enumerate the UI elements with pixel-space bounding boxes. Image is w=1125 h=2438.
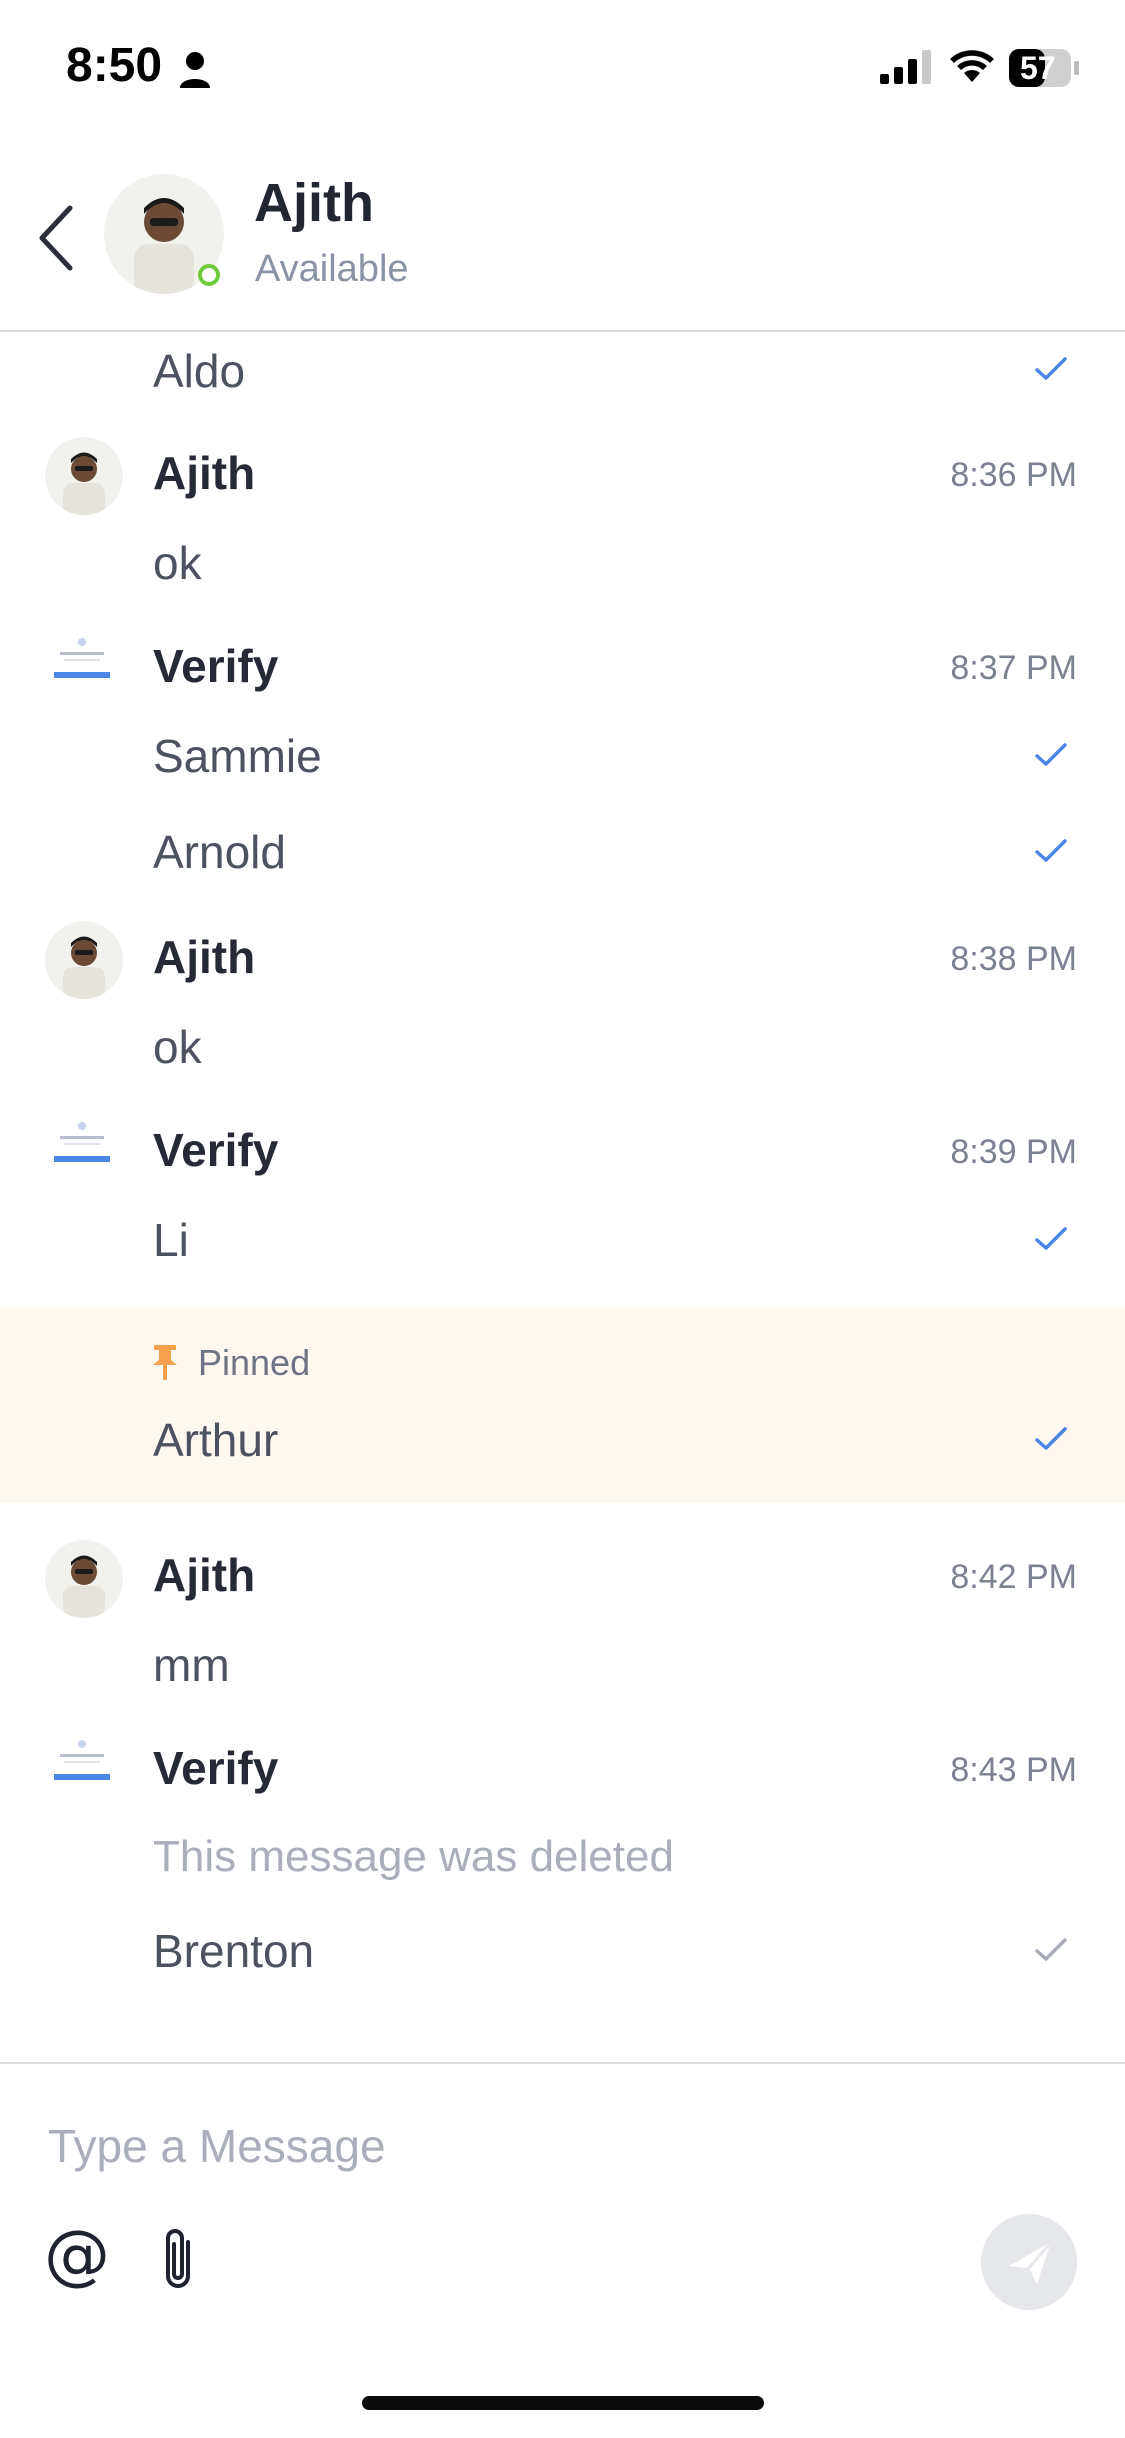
- sender-name: Ajith: [153, 447, 256, 499]
- message-time: 8:38 PM: [950, 940, 1077, 978]
- send-paper-plane-icon: [1009, 2241, 1053, 2284]
- verify-thumbnail-icon[interactable]: [50, 1734, 114, 1796]
- status-bar: 8:50 57: [0, 0, 1125, 140]
- message-text[interactable]: Brenton: [153, 1924, 314, 1978]
- read-check-icon: [1035, 1227, 1067, 1250]
- pinned-label: Pinned: [198, 1342, 311, 1383]
- message-text[interactable]: Li: [153, 1213, 189, 1267]
- battery-level: 57: [1020, 50, 1056, 86]
- sender-name: Ajith: [153, 931, 256, 983]
- pinned-message-highlight[interactable]: [0, 1307, 1125, 1503]
- sender-avatar[interactable]: [45, 1540, 123, 1618]
- message-text[interactable]: Aldo: [153, 344, 245, 398]
- read-check-icon: [1035, 1427, 1067, 1450]
- message-text[interactable]: ok: [153, 1020, 202, 1074]
- message-text[interactable]: ok: [153, 536, 202, 590]
- chat-header: Ajith Available: [0, 140, 1125, 332]
- sender-avatar[interactable]: [45, 921, 123, 999]
- online-status-dot: [198, 264, 220, 286]
- contact-name[interactable]: Ajith: [254, 172, 374, 234]
- mention-button[interactable]: @: [44, 2216, 110, 2293]
- back-chevron-icon[interactable]: [30, 198, 90, 278]
- contact-availability: Available: [255, 248, 409, 290]
- sender-name: Ajith: [153, 1549, 256, 1601]
- message-time: 8:43 PM: [950, 1751, 1077, 1789]
- sent-check-icon: [1035, 1938, 1067, 1961]
- message-time: 8:36 PM: [950, 456, 1077, 494]
- person-icon: [180, 52, 210, 88]
- message-time: 8:39 PM: [950, 1133, 1077, 1171]
- message-text[interactable]: mm: [153, 1638, 230, 1692]
- cellular-signal-icon: [880, 50, 931, 84]
- message-time: 8:42 PM: [950, 1558, 1077, 1596]
- wifi-icon: [950, 50, 994, 82]
- verify-thumbnail-icon[interactable]: [50, 632, 114, 694]
- deleted-message-text: This message was deleted: [153, 1832, 674, 1881]
- message-text[interactable]: Sammie: [153, 729, 322, 783]
- sender-avatar[interactable]: [45, 437, 123, 515]
- read-check-icon: [1035, 357, 1067, 380]
- sender-name: Verify: [153, 640, 279, 692]
- pin-icon: [153, 1345, 177, 1380]
- status-time: 8:50: [66, 39, 163, 92]
- message-list[interactable]: Aldo Ajith 8:36 PM ok Verify 8:37 PM Sam…: [0, 332, 1125, 2062]
- read-check-icon: [1035, 839, 1067, 862]
- send-button[interactable]: [981, 2214, 1077, 2310]
- paperclip-icon[interactable]: [154, 2224, 204, 2296]
- read-check-icon: [1035, 743, 1067, 766]
- message-composer: @: [0, 2062, 1125, 2438]
- message-text[interactable]: Arnold: [153, 825, 286, 879]
- sender-name: Verify: [153, 1124, 279, 1176]
- sender-name: Verify: [153, 1742, 279, 1794]
- verify-thumbnail-icon[interactable]: [50, 1116, 114, 1178]
- message-text[interactable]: Arthur: [153, 1413, 278, 1467]
- message-input[interactable]: [46, 2110, 950, 2182]
- home-indicator[interactable]: [362, 2396, 764, 2410]
- message-time: 8:37 PM: [950, 649, 1077, 687]
